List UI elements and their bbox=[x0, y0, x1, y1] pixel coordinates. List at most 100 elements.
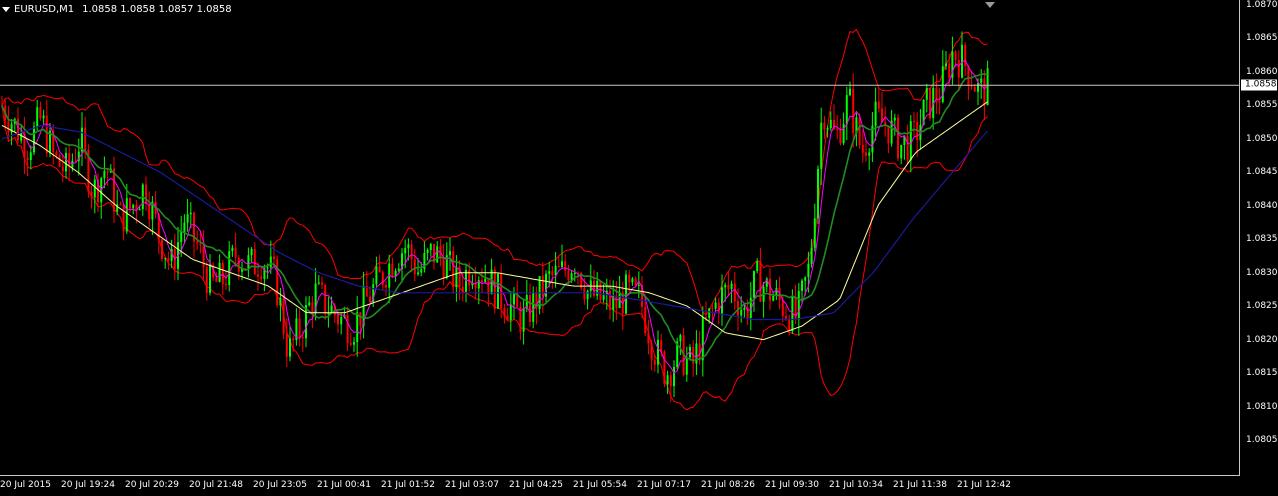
candle-body bbox=[957, 60, 960, 78]
candle-body bbox=[817, 168, 819, 219]
time-tick-label: 20 Jul 19:24 bbox=[61, 480, 115, 490]
candle-body bbox=[253, 248, 256, 275]
candle-body bbox=[724, 284, 727, 288]
candle-body bbox=[90, 191, 93, 198]
candle-body bbox=[599, 280, 602, 300]
time-tick-label: 21 Jul 03:07 bbox=[445, 480, 499, 490]
candle-body bbox=[653, 360, 656, 365]
candle-body bbox=[449, 251, 451, 256]
candle-body bbox=[413, 259, 416, 275]
candle-body bbox=[858, 117, 861, 146]
price-tick-label: 1.0865 bbox=[1246, 33, 1278, 44]
candle-body bbox=[925, 88, 928, 100]
candle-body bbox=[321, 282, 323, 285]
candle-body bbox=[845, 95, 848, 125]
candle-body bbox=[231, 247, 234, 252]
chart-shift-marker-icon[interactable] bbox=[985, 2, 995, 8]
candle-body bbox=[58, 155, 61, 167]
time-tick-label: 21 Jul 05:54 bbox=[573, 480, 627, 490]
candle-body bbox=[657, 339, 659, 365]
candle-body bbox=[804, 277, 807, 281]
candle-body bbox=[948, 63, 951, 78]
candle-body bbox=[292, 338, 295, 341]
candle-body bbox=[701, 317, 704, 361]
time-tick-label: 21 Jul 00:41 bbox=[317, 480, 371, 490]
candle-body bbox=[164, 258, 167, 260]
candle-body bbox=[452, 251, 455, 288]
candle-body bbox=[785, 316, 787, 319]
candle-body bbox=[813, 218, 816, 248]
candle-body bbox=[583, 287, 586, 300]
candle-body bbox=[557, 266, 560, 268]
candle-body bbox=[561, 261, 563, 267]
candle-body bbox=[132, 204, 135, 209]
candle-body bbox=[161, 239, 163, 259]
candle-body bbox=[669, 375, 672, 387]
price-tick-label: 1.0845 bbox=[1246, 167, 1278, 178]
candle-body bbox=[586, 290, 589, 300]
candle-body bbox=[554, 266, 557, 276]
time-tick-label: 21 Jul 10:34 bbox=[829, 480, 883, 490]
candle-body bbox=[973, 87, 976, 92]
price-tick-label: 1.0830 bbox=[1246, 267, 1278, 278]
candle-body bbox=[269, 256, 272, 268]
candle-body bbox=[20, 132, 23, 141]
candle-body bbox=[769, 278, 771, 301]
candle-body bbox=[797, 290, 800, 320]
candle-body bbox=[308, 302, 311, 306]
candle-body bbox=[481, 280, 483, 283]
candle-body bbox=[397, 268, 400, 271]
candle-body bbox=[237, 257, 240, 272]
candle-body bbox=[529, 294, 531, 322]
candle-body bbox=[442, 257, 445, 279]
candle-body bbox=[644, 306, 647, 334]
price-chart-svg[interactable] bbox=[0, 0, 1240, 476]
price-tick-label: 1.0860 bbox=[1246, 66, 1278, 77]
price-tick-label: 1.0840 bbox=[1246, 200, 1278, 211]
candle-body bbox=[209, 265, 211, 293]
candle-body bbox=[225, 284, 227, 286]
dropdown-triangle-icon[interactable] bbox=[2, 7, 10, 12]
candle-body bbox=[391, 263, 394, 277]
candle-body bbox=[980, 78, 983, 83]
candle-body bbox=[497, 273, 499, 309]
candle-body bbox=[218, 262, 221, 282]
time-tick-label: 21 Jul 12:42 bbox=[957, 480, 1011, 490]
candle-body bbox=[145, 184, 147, 204]
candle-body bbox=[266, 267, 269, 269]
candle-body bbox=[125, 198, 128, 232]
candle-body bbox=[602, 295, 605, 300]
bollinger-bands bbox=[1, 28, 988, 411]
candle-body bbox=[807, 263, 810, 278]
candle-body bbox=[234, 247, 237, 258]
candle-body bbox=[954, 51, 957, 61]
candle-body bbox=[106, 171, 109, 173]
current-price-tag: 1.0858 bbox=[1241, 79, 1277, 91]
price-tick-label: 1.0825 bbox=[1246, 301, 1278, 312]
candle-body bbox=[506, 315, 509, 321]
candle-body bbox=[634, 278, 637, 286]
candle-body bbox=[829, 120, 832, 129]
candle-body bbox=[637, 284, 640, 286]
candle-body bbox=[820, 122, 823, 169]
chart-area[interactable]: EURUSD,M1 1.0858 1.0858 1.0857 1.0858 bbox=[0, 0, 1240, 476]
candle-body bbox=[138, 209, 141, 211]
candle-body bbox=[420, 269, 423, 273]
candle-body bbox=[906, 135, 909, 161]
candle-body bbox=[772, 295, 775, 301]
candle-body bbox=[877, 101, 880, 109]
time-tick-label: 21 Jul 09:30 bbox=[765, 480, 819, 490]
candle-body bbox=[250, 248, 253, 256]
candle-body bbox=[865, 152, 867, 156]
candle-body bbox=[740, 309, 743, 316]
candle-body bbox=[122, 204, 125, 232]
candle-body bbox=[183, 222, 186, 233]
candle-body bbox=[852, 88, 855, 134]
candle-body bbox=[61, 166, 64, 172]
candle-body bbox=[522, 308, 525, 332]
candle-body bbox=[487, 278, 490, 295]
candle-body bbox=[874, 101, 877, 126]
candle-body bbox=[340, 317, 343, 325]
candle-body bbox=[541, 275, 544, 297]
candle-body bbox=[493, 269, 496, 309]
